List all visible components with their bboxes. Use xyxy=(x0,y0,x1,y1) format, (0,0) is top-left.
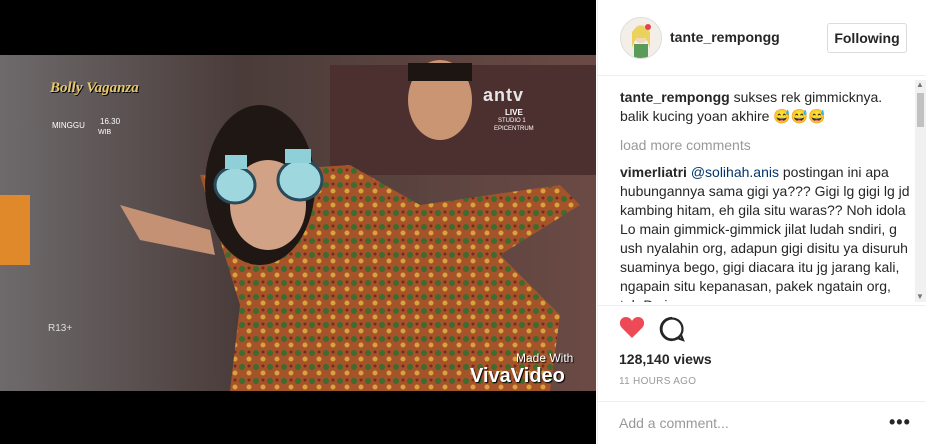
watermark-line2: VivaVideo xyxy=(470,365,565,387)
load-more-comments-link[interactable]: load more comments xyxy=(620,136,910,155)
comments-list[interactable]: tante_rempongg sukses rek gimmicknya. ba… xyxy=(620,88,910,302)
network-logo: antv xyxy=(483,85,525,105)
live-label: LIVE xyxy=(505,108,523,117)
comment-item: vimerliatri @solihah.anis postingan ini … xyxy=(620,163,910,302)
following-button[interactable]: Following xyxy=(827,23,907,53)
scroll-down-arrow-icon[interactable]: ▼ xyxy=(916,292,924,301)
comment-mention-link[interactable]: @solihah.anis xyxy=(691,164,779,180)
scroll-up-arrow-icon[interactable]: ▲ xyxy=(916,80,924,89)
media-area: Bolly Vaganza MINGGU 16.30 WIB antv LIVE… xyxy=(0,0,596,444)
schedule-day: MINGGU xyxy=(52,121,85,130)
comment-username[interactable]: vimerliatri xyxy=(620,164,687,180)
rating-badge: R13+ xyxy=(48,323,73,334)
comment-username[interactable]: tante_rempongg xyxy=(620,89,730,105)
video-player[interactable]: Bolly Vaganza MINGGU 16.30 WIB antv LIVE… xyxy=(0,55,596,391)
schedule-time: 16.30 xyxy=(100,117,121,126)
avatar[interactable] xyxy=(620,17,662,59)
studio-label: STUDIO 1 xyxy=(498,118,526,124)
channel-logo: Bolly Vaganza xyxy=(50,80,139,96)
watermark-line1: Made With xyxy=(516,351,574,365)
comment-text: postingan ini apa hubungannya sama gigi … xyxy=(620,164,910,302)
comments-scrollbar-thumb[interactable] xyxy=(917,93,924,127)
post-username[interactable]: tante_rempongg xyxy=(670,29,780,45)
post-header: tante_rempongg Following xyxy=(598,0,926,76)
venue-label: EPICENTRUM xyxy=(494,126,534,132)
avatar-image xyxy=(621,18,661,58)
comment-item: tante_rempongg sukses rek gimmicknya. ba… xyxy=(620,88,910,126)
post-side-panel: tante_rempongg Following tante_rempongg … xyxy=(597,0,926,444)
schedule-tz: WIB xyxy=(98,129,112,136)
